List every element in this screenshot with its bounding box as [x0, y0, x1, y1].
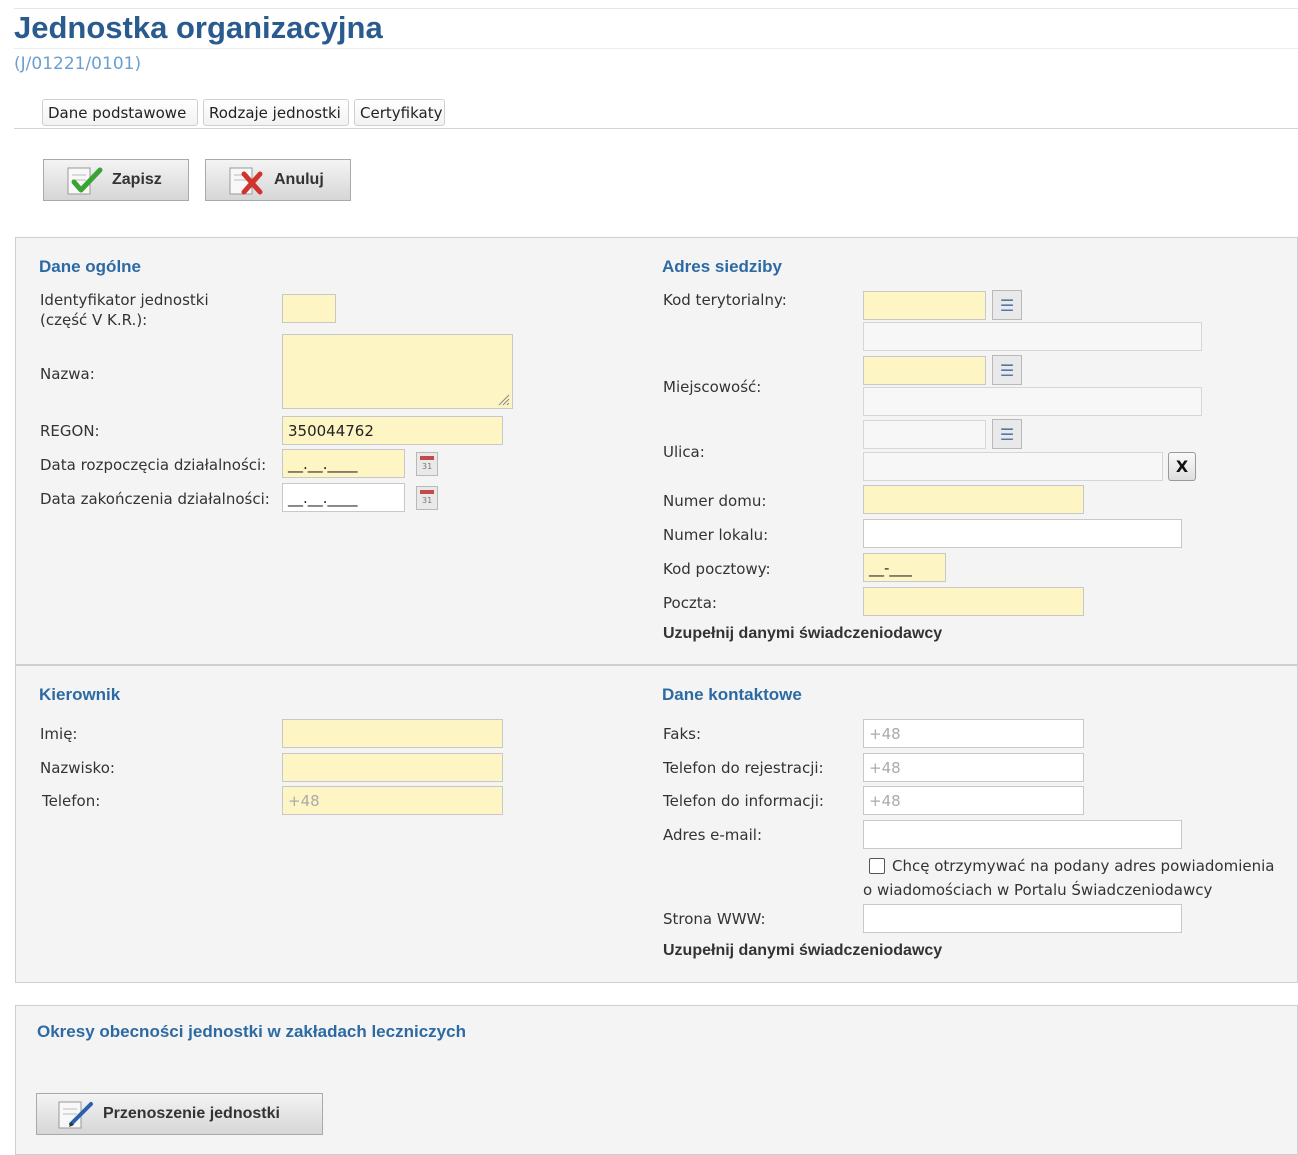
- www-label: Strona WWW:: [663, 910, 766, 928]
- identyfikator-label-line1: Identyfikator jednostki: [40, 291, 209, 309]
- regon-input[interactable]: 350044762: [282, 416, 503, 445]
- faks-label: Faks:: [663, 725, 701, 743]
- page-subtitle: (J/01221/0101): [14, 54, 142, 74]
- list-picker-icon[interactable]: ☰: [992, 355, 1022, 385]
- save-label: Zapisz: [112, 171, 162, 188]
- notify-label-line2: o wiadomościach w Portalu Świadczeniodaw…: [863, 881, 1213, 899]
- kod-terytorialny-input[interactable]: [863, 291, 986, 320]
- section-adres-siedziby: Adres siedziby: [662, 257, 782, 276]
- section-kierownik: Kierownik: [39, 685, 121, 704]
- kod-terytorialny-description: [863, 322, 1202, 351]
- notify-checkbox[interactable]: [869, 858, 885, 874]
- nazwisko-input[interactable]: [282, 753, 503, 782]
- email-label: Adres e-mail:: [663, 826, 763, 844]
- ulica-label: Ulica:: [663, 443, 705, 461]
- clear-ulica-button[interactable]: X: [1168, 452, 1196, 481]
- move-unit-button[interactable]: Przenoszenie jednostki: [36, 1093, 323, 1135]
- section-okresy: Okresy obecności jednostki w zakładach l…: [37, 1022, 466, 1041]
- save-check-icon: [66, 164, 106, 196]
- poczta-input[interactable]: [863, 587, 1084, 616]
- tabs-divider: [14, 128, 1298, 129]
- regon-label: REGON:: [40, 422, 100, 440]
- telefon-input[interactable]: +48: [282, 786, 503, 815]
- tab-certyfikaty[interactable]: Certyfikaty: [354, 99, 445, 126]
- tab-dane-podstawowe[interactable]: Dane podstawowe: [42, 99, 198, 126]
- telefon-rejestracji-label: Telefon do rejestracji:: [663, 759, 824, 777]
- email-input[interactable]: [863, 820, 1182, 849]
- miejscowosc-input[interactable]: [863, 356, 986, 385]
- fill-provider-contact-link[interactable]: Uzupełnij danymi świadczeniodawcy: [663, 942, 942, 960]
- notify-label-line1: Chcę otrzymywać na podany adres powiadom…: [892, 857, 1275, 875]
- data-rozpoczecia-label: Data rozpoczęcia działalności:: [40, 456, 267, 474]
- numer-domu-label: Numer domu:: [663, 492, 767, 510]
- cancel-x-icon: [228, 164, 268, 196]
- calendar-icon[interactable]: [416, 486, 438, 510]
- kod-terytorialny-label: Kod terytorialny:: [663, 291, 787, 309]
- resize-grip-icon[interactable]: [496, 392, 510, 406]
- numer-lokalu-label: Numer lokalu:: [663, 526, 769, 544]
- ulica-name-input[interactable]: [863, 452, 1163, 481]
- list-picker-icon[interactable]: ☰: [992, 419, 1022, 449]
- kod-pocztowy-label: Kod pocztowy:: [663, 560, 771, 578]
- miejscowosc-description: [863, 387, 1202, 416]
- ulica-code-input[interactable]: [863, 420, 986, 449]
- poczta-label: Poczta:: [663, 594, 717, 612]
- edit-pencil-icon: [57, 1098, 97, 1130]
- imie-label: Imię:: [40, 725, 78, 743]
- miejscowosc-label: Miejscowość:: [663, 378, 762, 396]
- faks-input[interactable]: +48: [863, 719, 1084, 748]
- imie-input[interactable]: [282, 719, 503, 748]
- list-picker-icon[interactable]: ☰: [992, 290, 1022, 320]
- telefon-rejestracji-input[interactable]: +48: [863, 753, 1084, 782]
- nazwa-label: Nazwa:: [40, 365, 95, 383]
- tab-rodzaje-jednostki[interactable]: Rodzaje jednostki: [203, 99, 349, 126]
- page-title: Jednostka organizacyjna: [14, 10, 383, 45]
- telefon-label: Telefon:: [42, 792, 101, 810]
- nazwa-textarea[interactable]: [282, 334, 513, 409]
- www-input[interactable]: [863, 904, 1182, 933]
- save-button[interactable]: Zapisz: [43, 159, 189, 201]
- data-rozpoczecia-input[interactable]: __.__.____: [282, 449, 405, 478]
- section-dane-ogolne: Dane ogólne: [39, 257, 142, 276]
- identyfikator-input[interactable]: [282, 294, 336, 323]
- telefon-informacji-label: Telefon do informacji:: [663, 792, 824, 810]
- fill-provider-data-link[interactable]: Uzupełnij danymi świadczeniodawcy: [663, 625, 942, 643]
- move-unit-label: Przenoszenie jednostki: [103, 1105, 280, 1122]
- cancel-button[interactable]: Anuluj: [205, 159, 351, 201]
- numer-domu-input[interactable]: [863, 485, 1084, 514]
- data-zakonczenia-input[interactable]: __.__.____: [282, 483, 405, 512]
- data-zakonczenia-label: Data zakończenia działalności:: [40, 490, 270, 508]
- identyfikator-label-line2: (część V K.R.):: [40, 311, 148, 329]
- cancel-label: Anuluj: [274, 171, 324, 188]
- top-rule: [14, 8, 1298, 9]
- telefon-informacji-input[interactable]: +48: [863, 786, 1084, 815]
- kod-pocztowy-input[interactable]: __-___: [863, 553, 946, 582]
- title-divider: [14, 48, 1298, 49]
- nazwisko-label: Nazwisko:: [40, 759, 115, 777]
- section-dane-kontaktowe: Dane kontaktowe: [662, 685, 802, 704]
- calendar-icon[interactable]: [416, 452, 438, 476]
- numer-lokalu-input[interactable]: [863, 519, 1182, 548]
